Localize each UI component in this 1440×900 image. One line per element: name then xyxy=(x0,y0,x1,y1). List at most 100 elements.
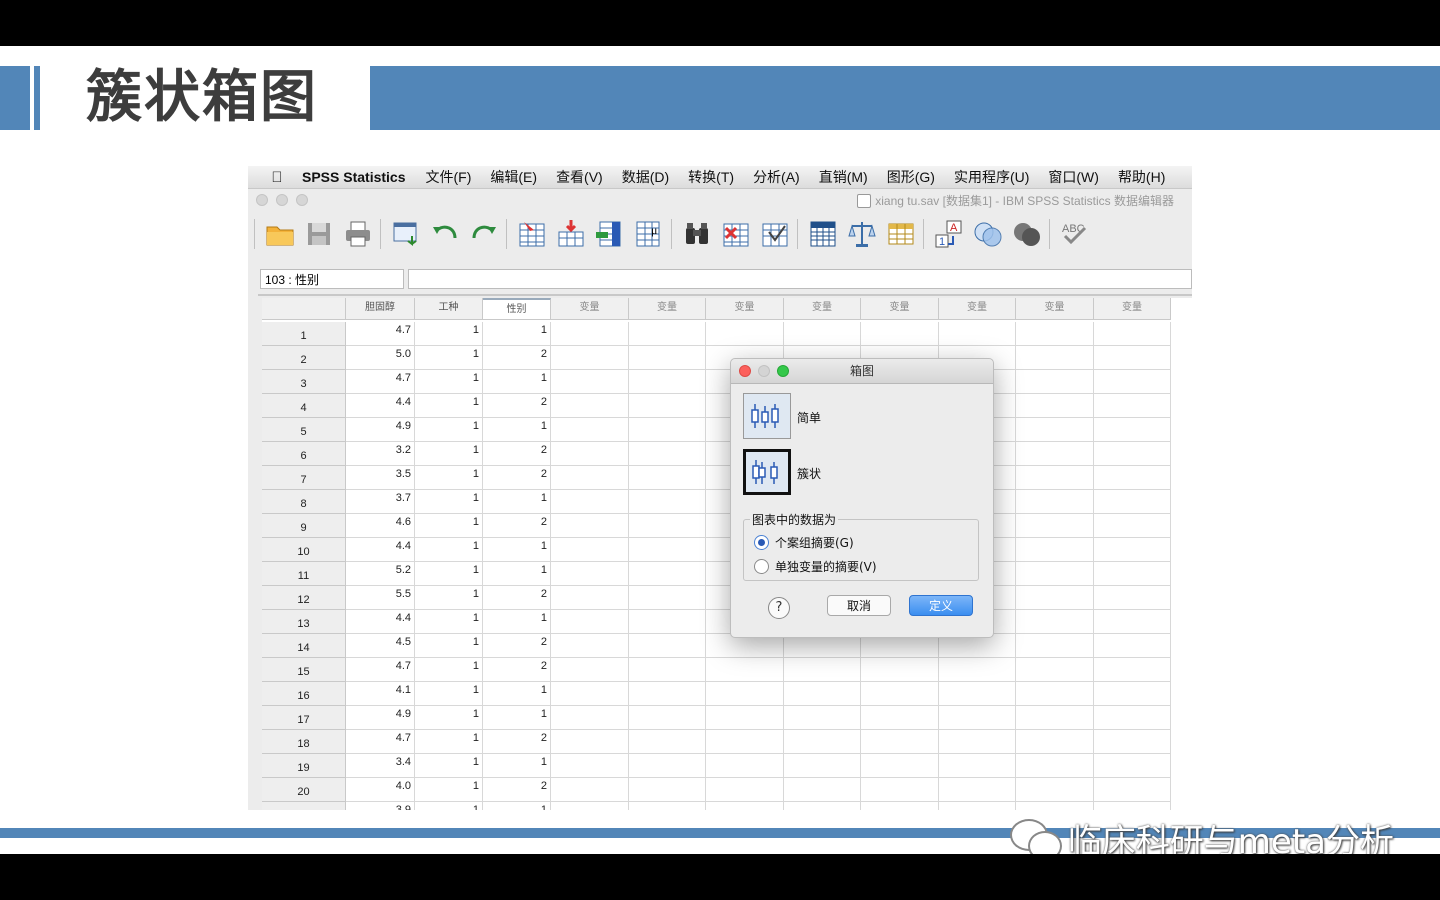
table-cell[interactable] xyxy=(1094,394,1171,418)
table-cell[interactable]: 4.5 xyxy=(346,634,415,658)
row-header[interactable]: 8 xyxy=(262,490,346,514)
table-cell[interactable]: 4.7 xyxy=(346,370,415,394)
menu-transform[interactable]: 转换(T) xyxy=(688,167,734,187)
table-cell[interactable] xyxy=(1016,538,1094,562)
redo-icon[interactable] xyxy=(468,218,500,250)
table-cell[interactable]: 1 xyxy=(415,658,483,682)
table-cell[interactable] xyxy=(706,706,784,730)
table-cell[interactable] xyxy=(1016,394,1094,418)
table-cell[interactable] xyxy=(551,322,629,346)
table-cell[interactable]: 4.4 xyxy=(346,610,415,634)
use-sets-icon[interactable] xyxy=(972,218,1004,250)
table-cell[interactable]: 1 xyxy=(483,706,551,730)
row-header[interactable]: 3 xyxy=(262,370,346,394)
dialog-zoom-button[interactable] xyxy=(777,365,789,377)
menu-graphs[interactable]: 图形(G) xyxy=(887,167,935,187)
table-cell[interactable] xyxy=(1094,658,1171,682)
table-cell[interactable] xyxy=(939,706,1016,730)
row-header[interactable]: 4 xyxy=(262,394,346,418)
table-cell[interactable] xyxy=(1016,586,1094,610)
table-cell[interactable] xyxy=(861,754,939,778)
row-header[interactable]: 15 xyxy=(262,658,346,682)
table-cell[interactable] xyxy=(1016,778,1094,802)
table-cell[interactable]: 1 xyxy=(415,802,483,810)
menu-view[interactable]: 查看(V) xyxy=(556,167,603,187)
table-cell[interactable] xyxy=(706,682,784,706)
summaries-variables-radio[interactable]: 单独变量的摘要(V) xyxy=(754,558,877,575)
run-descriptives-icon[interactable]: μ xyxy=(633,218,665,250)
table-cell[interactable] xyxy=(706,658,784,682)
table-cell[interactable] xyxy=(1094,802,1171,810)
table-cell[interactable] xyxy=(629,370,706,394)
table-cell[interactable] xyxy=(629,538,706,562)
spell-check-icon[interactable]: ABC xyxy=(1059,218,1091,250)
table-cell[interactable] xyxy=(784,322,861,346)
cell-reference-field[interactable]: 103 : 性别 xyxy=(260,269,404,289)
table-cell[interactable] xyxy=(551,706,629,730)
row-header[interactable]: 9 xyxy=(262,514,346,538)
menu-help[interactable]: 帮助(H) xyxy=(1118,167,1165,187)
table-cell[interactable]: 4.9 xyxy=(346,706,415,730)
table-cell[interactable]: 2 xyxy=(483,394,551,418)
summaries-groups-radio[interactable]: 个案组摘要(G) xyxy=(754,534,854,551)
table-cell[interactable] xyxy=(1094,346,1171,370)
table-cell[interactable]: 4.9 xyxy=(346,418,415,442)
table-cell[interactable]: 1 xyxy=(483,490,551,514)
menu-analyze[interactable]: 分析(A) xyxy=(753,167,800,187)
table-cell[interactable]: 2 xyxy=(483,442,551,466)
table-cell[interactable] xyxy=(1094,634,1171,658)
row-header[interactable]: 11 xyxy=(262,562,346,586)
table-cell[interactable] xyxy=(1094,538,1171,562)
table-cell[interactable]: 3.5 xyxy=(346,466,415,490)
app-name-menu[interactable]: SPSS Statistics xyxy=(302,169,406,185)
print-icon[interactable] xyxy=(342,218,374,250)
value-labels-icon[interactable]: A1 xyxy=(933,218,965,250)
table-cell[interactable] xyxy=(706,322,784,346)
table-cell[interactable] xyxy=(1016,370,1094,394)
table-cell[interactable] xyxy=(706,778,784,802)
save-icon[interactable] xyxy=(303,218,335,250)
table-cell[interactable]: 1 xyxy=(483,322,551,346)
zoom-window-button[interactable] xyxy=(296,194,308,206)
table-cell[interactable] xyxy=(551,442,629,466)
table-cell[interactable] xyxy=(784,706,861,730)
cancel-button[interactable]: 取消 xyxy=(827,595,891,616)
table-cell[interactable]: 1 xyxy=(415,442,483,466)
simple-boxplot-option[interactable] xyxy=(743,393,791,439)
table-cell[interactable]: 1 xyxy=(415,562,483,586)
table-cell[interactable]: 2 xyxy=(483,658,551,682)
table-cell[interactable] xyxy=(784,802,861,810)
table-cell[interactable] xyxy=(861,706,939,730)
menu-direct-marketing[interactable]: 直销(M) xyxy=(819,167,868,187)
table-cell[interactable]: 2 xyxy=(483,778,551,802)
table-cell[interactable] xyxy=(551,514,629,538)
menu-window[interactable]: 窗口(W) xyxy=(1048,167,1099,187)
table-cell[interactable] xyxy=(1094,490,1171,514)
table-cell[interactable]: 2 xyxy=(483,730,551,754)
row-header[interactable]: 21 xyxy=(262,802,346,810)
table-cell[interactable] xyxy=(1016,682,1094,706)
table-cell[interactable]: 1 xyxy=(415,706,483,730)
dialog-recall-icon[interactable] xyxy=(390,218,422,250)
table-cell[interactable] xyxy=(551,586,629,610)
column-header[interactable]: 变量 xyxy=(551,298,629,320)
table-cell[interactable]: 4.0 xyxy=(346,778,415,802)
table-cell[interactable] xyxy=(629,610,706,634)
table-cell[interactable] xyxy=(706,730,784,754)
select-cases-icon[interactable] xyxy=(885,218,917,250)
close-window-button[interactable] xyxy=(256,194,268,206)
find-icon[interactable] xyxy=(681,218,713,250)
row-header[interactable]: 5 xyxy=(262,418,346,442)
table-cell[interactable] xyxy=(706,754,784,778)
table-cell[interactable]: 5.2 xyxy=(346,562,415,586)
table-cell[interactable] xyxy=(551,802,629,810)
table-cell[interactable] xyxy=(784,778,861,802)
table-cell[interactable] xyxy=(1016,562,1094,586)
table-cell[interactable] xyxy=(551,778,629,802)
table-cell[interactable] xyxy=(1016,322,1094,346)
table-cell[interactable] xyxy=(629,730,706,754)
column-header[interactable]: 变量 xyxy=(939,298,1016,320)
table-cell[interactable] xyxy=(551,418,629,442)
table-cell[interactable] xyxy=(1094,730,1171,754)
table-cell[interactable] xyxy=(939,682,1016,706)
